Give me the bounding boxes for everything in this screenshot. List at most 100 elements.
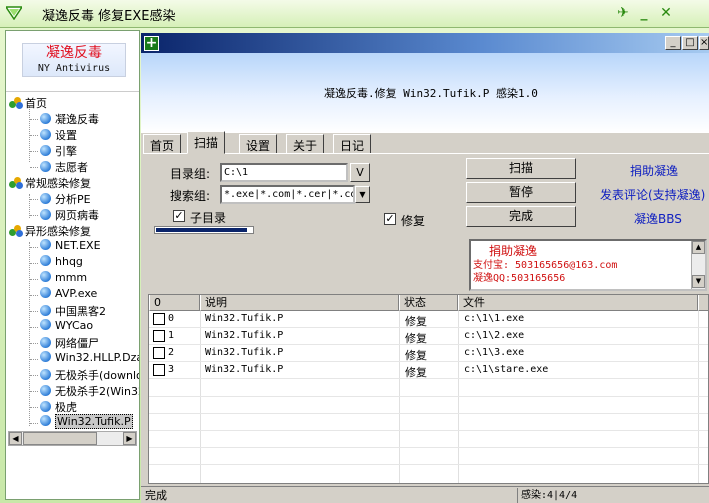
col-extra [698,295,708,311]
tree-item-volunteer[interactable]: 志愿者 [40,159,88,175]
col-description[interactable]: 说明 [200,295,399,311]
tab-scan[interactable]: 扫描 [187,131,226,154]
ball-icon [40,113,51,124]
tab-home[interactable]: 首页 [143,134,182,154]
table-row[interactable]: 2 Win32.Tufik.P 修复 c:\1\3.exe [149,345,708,362]
repair-checkbox[interactable]: ✓ [384,213,396,225]
app-window: 凝逸反毒 修复EXE感染 ✈ _ ✕ 凝逸反毒 NY Antivirus 首页 … [0,0,709,503]
plus-icon[interactable]: + [144,36,159,51]
comment-link[interactable]: 发表评论(支持凝逸) [600,186,705,203]
scroll-thumb[interactable] [23,432,97,445]
donate-scrollbar[interactable]: ▲ ▼ [691,241,705,289]
panel-minimize-button[interactable]: _ [665,36,681,50]
dir-label: 目录组: [170,167,211,181]
main-panel: + _ □ × 凝逸反毒.修复 Win32.Tufik.P 感染1.0 首页 扫… [141,33,709,503]
table-row[interactable]: 0 Win32.Tufik.P 修复 c:\1\1.exe [149,311,708,328]
dir-browse-button[interactable]: V [350,163,370,182]
ball-icon [40,305,51,316]
app-logo-icon [6,6,22,20]
tree-item-tufik-p[interactable]: Win32.Tufik.P [40,414,133,431]
scroll-right-icon[interactable]: ▶ [123,432,136,445]
tree-group-home[interactable]: 首页 [9,95,47,111]
tab-log[interactable]: 日记 [333,134,372,154]
dir-input[interactable]: C:\1 [220,163,348,182]
progress-fill [156,228,247,232]
scroll-left-icon[interactable]: ◀ [9,432,22,445]
row-checkbox[interactable] [153,347,165,359]
scroll-down-icon[interactable]: ▼ [692,275,705,288]
tree-item-analyze-pe[interactable]: 分析PE [40,191,91,207]
sidebar: 凝逸反毒 NY Antivirus 首页 凝逸反毒 设置 引擎 志愿者 常规感染… [5,30,140,500]
tree-item-hllp-dzan[interactable]: Win32.HLLP.Dzan [40,351,139,367]
search-label: 搜索组: [170,189,211,203]
tree-item-avp[interactable]: AVP.exe [40,287,97,303]
tree-item-wuji-1[interactable]: 无极杀手(downlo [40,367,139,383]
subdir-label: 子目录 [190,211,227,225]
ball-icon [40,209,51,220]
status-text: 完成 [145,489,167,502]
ball-icon [40,129,51,140]
bbs-link[interactable]: 凝逸BBS [634,210,682,227]
status-bar: 完成 感染:4|4/4 [141,486,709,503]
search-combo[interactable]: *.exe|*.com|*.cer|*.com [220,185,355,204]
ball-icon [40,255,51,266]
subdir-checkbox[interactable]: ✓ [173,210,185,222]
logo-subtitle: NY Antivirus [37,63,111,74]
tree-item-wuji-2[interactable]: 无极杀手2(Win32 [40,383,139,399]
qq-text: 凝逸QQ:503165656 [473,273,566,284]
tree-item-settings[interactable]: 设置 [40,127,77,143]
ball-icon [40,369,51,380]
tree-item-jihu[interactable]: 极虎 [40,399,77,415]
pin-icon[interactable]: ✈ [615,5,631,21]
tree-item-wycao[interactable]: WYCao [40,319,93,335]
finish-button[interactable]: 完成 [466,206,576,227]
ball-icon [40,351,51,362]
scroll-up-icon[interactable]: ▲ [692,241,705,254]
logo-title: 凝逸反毒 [46,45,102,61]
title-bar: 凝逸反毒 修复EXE感染 ✈ _ ✕ [0,0,709,28]
ball-icon [40,415,51,426]
col-index[interactable]: 0 [149,295,200,311]
tab-settings[interactable]: 设置 [239,134,278,154]
ball-icon [40,193,51,204]
panel-maximize-button[interactable]: □ [682,36,698,50]
tree-horizontal-scrollbar[interactable]: ◀ ▶ [8,431,137,446]
tree-item-ny-antivirus[interactable]: 凝逸反毒 [40,111,99,127]
ball-icon [40,145,51,156]
tree-item-net-exe[interactable]: NET.EXE [40,239,101,255]
tree-item-hhqg[interactable]: hhqg [40,255,83,271]
ball-icon [40,239,51,250]
progress-bar [154,226,254,234]
minimize-button[interactable]: _ [636,5,652,21]
panel-close-button[interactable]: × [699,36,709,50]
chevron-down-icon[interactable]: ▼ [355,186,370,203]
category-icon [9,177,23,189]
ball-icon [40,319,51,330]
donate-link[interactable]: 捐助凝逸 [630,162,678,179]
tree-item-botnet[interactable]: 网络僵尸 [40,335,99,351]
panel-title-bar: + _ □ × [141,33,709,53]
tree-item-web-virus[interactable]: 网页病毒 [40,207,99,223]
tab-bar: 首页 扫描 设置 关于 日记 [143,131,703,154]
pause-button[interactable]: 暂停 [466,182,576,203]
close-button[interactable]: ✕ [658,5,674,21]
logo-box: 凝逸反毒 NY Antivirus [22,43,126,77]
tab-about[interactable]: 关于 [286,134,325,154]
tree-item-engine[interactable]: 引擎 [40,143,77,159]
col-file[interactable]: 文件 [458,295,698,311]
row-checkbox[interactable] [153,364,165,376]
donate-info-box: 捐助凝逸 支付宝: 503165656@163.com 凝逸QQ:5031656… [469,239,707,291]
scan-button[interactable]: 扫描 [466,158,576,179]
col-status[interactable]: 状态 [399,295,458,311]
nav-tree: 首页 凝逸反毒 设置 引擎 志愿者 常规感染修复 分析PE 网页病毒 异形感染修… [6,91,139,431]
category-icon [9,225,23,237]
tree-group-special[interactable]: 异形感染修复 [9,223,91,239]
tree-group-common[interactable]: 常规感染修复 [9,175,91,191]
tree-item-mmm[interactable]: mmm [40,271,87,287]
ball-icon [40,271,51,282]
row-checkbox[interactable] [153,313,165,325]
tree-item-china-hacker-2[interactable]: 中国黑客2 [40,303,106,319]
row-checkbox[interactable] [153,330,165,342]
table-row[interactable]: 3 Win32.Tufik.P 修复 c:\1\stare.exe [149,362,708,379]
table-row[interactable]: 1 Win32.Tufik.P 修复 c:\1\2.exe [149,328,708,345]
